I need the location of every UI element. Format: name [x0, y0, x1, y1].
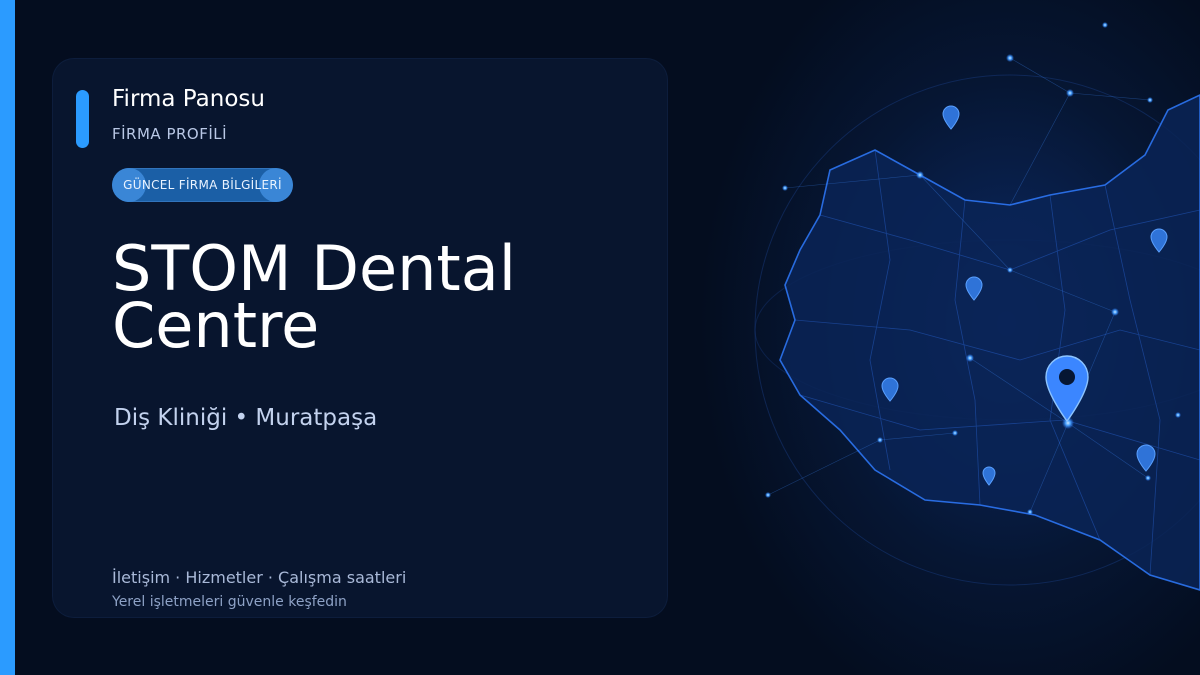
business-name: STOM Dental Centre — [112, 232, 516, 362]
header-accent-marker — [76, 90, 89, 148]
footer-tagline: Yerel işletmeleri güvenle keşfedin — [112, 594, 347, 610]
badge-label: GÜNCEL FİRMA BİLGİLERİ — [123, 178, 282, 192]
left-accent-bar — [0, 0, 15, 675]
status-badge: GÜNCEL FİRMA BİLGİLERİ — [112, 168, 293, 202]
dashboard-subtitle: FİRMA PROFİLİ — [112, 125, 228, 143]
dashboard-title: Firma Panosu — [112, 86, 265, 112]
map-illustration — [690, 0, 1200, 675]
footer-links-line: İletişim · Hizmetler · Çalışma saatleri — [112, 568, 407, 587]
location-pin-hole — [1059, 369, 1075, 385]
business-category: Diş Kliniği • Muratpaşa — [114, 405, 378, 431]
